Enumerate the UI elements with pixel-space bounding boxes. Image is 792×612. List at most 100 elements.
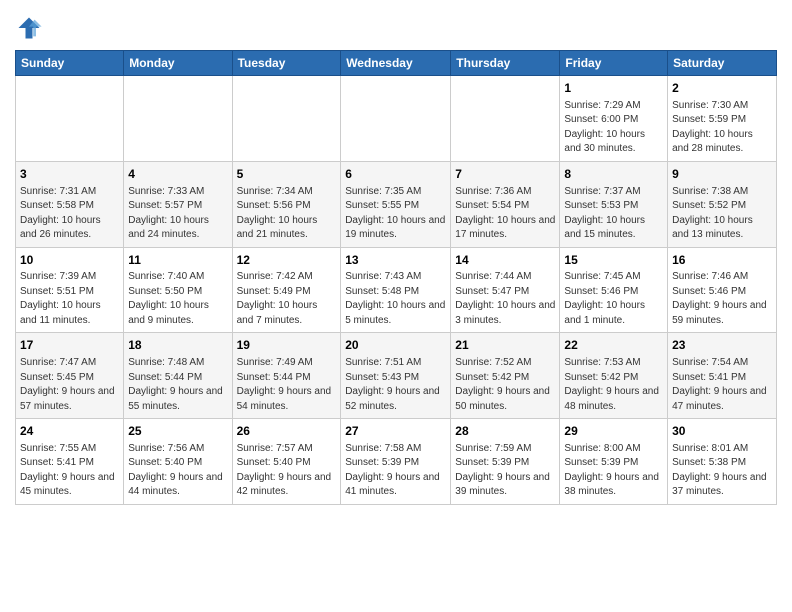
calendar-cell: 4 Sunrise: 7:33 AM Sunset: 5:57 PM Daylig…: [124, 161, 232, 247]
weekday-header-row: SundayMondayTuesdayWednesdayThursdayFrid…: [16, 51, 777, 76]
calendar-cell: [124, 76, 232, 162]
day-number: 10: [20, 252, 119, 269]
day-info: Sunrise: 7:40 AM Sunset: 5:50 PM Dayligh…: [128, 270, 227, 328]
calendar-cell: 7 Sunrise: 7:36 AM Sunset: 5:54 PM Daylig…: [451, 161, 560, 247]
day-number: 21: [455, 337, 555, 354]
page-header: [15, 10, 777, 42]
calendar-cell: 12Sunrise: 7:42 AM Sunset: 5:49 PM Dayli…: [232, 247, 341, 333]
day-info: Sunrise: 7:56 AM Sunset: 5:40 PM Dayligh…: [128, 442, 227, 500]
day-number: 13: [345, 252, 446, 269]
day-info: Sunrise: 7:37 AM Sunset: 5:53 PM Dayligh…: [564, 185, 663, 243]
day-number: 28: [455, 423, 555, 440]
calendar-cell: 27Sunrise: 7:58 AM Sunset: 5:39 PM Dayli…: [341, 419, 451, 505]
calendar-cell: 10Sunrise: 7:39 AM Sunset: 5:51 PM Dayli…: [16, 247, 124, 333]
day-info: Sunrise: 7:44 AM Sunset: 5:47 PM Dayligh…: [455, 270, 555, 328]
day-number: 15: [564, 252, 663, 269]
calendar-cell: 14Sunrise: 7:44 AM Sunset: 5:47 PM Dayli…: [451, 247, 560, 333]
day-number: 20: [345, 337, 446, 354]
calendar-cell: 29Sunrise: 8:00 AM Sunset: 5:39 PM Dayli…: [560, 419, 668, 505]
day-number: 18: [128, 337, 227, 354]
day-number: 4: [128, 166, 227, 183]
calendar-cell: 13Sunrise: 7:43 AM Sunset: 5:48 PM Dayli…: [341, 247, 451, 333]
day-info: Sunrise: 7:58 AM Sunset: 5:39 PM Dayligh…: [345, 442, 446, 500]
day-info: Sunrise: 7:51 AM Sunset: 5:43 PM Dayligh…: [345, 356, 446, 414]
day-number: 1: [564, 80, 663, 97]
day-number: 11: [128, 252, 227, 269]
day-info: Sunrise: 7:29 AM Sunset: 6:00 PM Dayligh…: [564, 99, 663, 157]
calendar-cell: 11Sunrise: 7:40 AM Sunset: 5:50 PM Dayli…: [124, 247, 232, 333]
weekday-header-tuesday: Tuesday: [232, 51, 341, 76]
day-info: Sunrise: 7:43 AM Sunset: 5:48 PM Dayligh…: [345, 270, 446, 328]
day-info: Sunrise: 7:31 AM Sunset: 5:58 PM Dayligh…: [20, 185, 119, 243]
calendar-table: SundayMondayTuesdayWednesdayThursdayFrid…: [15, 50, 777, 505]
calendar-cell: 22Sunrise: 7:53 AM Sunset: 5:42 PM Dayli…: [560, 333, 668, 419]
day-number: 29: [564, 423, 663, 440]
day-info: Sunrise: 7:33 AM Sunset: 5:57 PM Dayligh…: [128, 185, 227, 243]
day-info: Sunrise: 7:36 AM Sunset: 5:54 PM Dayligh…: [455, 185, 555, 243]
weekday-header-monday: Monday: [124, 51, 232, 76]
day-info: Sunrise: 7:57 AM Sunset: 5:40 PM Dayligh…: [237, 442, 337, 500]
calendar-cell: 1 Sunrise: 7:29 AM Sunset: 6:00 PM Daylig…: [560, 76, 668, 162]
day-info: Sunrise: 8:01 AM Sunset: 5:38 PM Dayligh…: [672, 442, 772, 500]
calendar-cell: 19 Sunrise: 7:49 AM Sunset: 5:44 PM Dayli…: [232, 333, 341, 419]
day-number: 25: [128, 423, 227, 440]
calendar-cell: 15Sunrise: 7:45 AM Sunset: 5:46 PM Dayli…: [560, 247, 668, 333]
calendar-week-4: 17 Sunrise: 7:47 AM Sunset: 5:45 PM Dayli…: [16, 333, 777, 419]
day-info: Sunrise: 7:49 AM Sunset: 5:44 PM Dayligh…: [237, 356, 337, 414]
calendar-cell: 25 Sunrise: 7:56 AM Sunset: 5:40 PM Dayli…: [124, 419, 232, 505]
day-info: Sunrise: 7:48 AM Sunset: 5:44 PM Dayligh…: [128, 356, 227, 414]
day-number: 9: [672, 166, 772, 183]
calendar-week-1: 1 Sunrise: 7:29 AM Sunset: 6:00 PM Daylig…: [16, 76, 777, 162]
calendar-cell: 30 Sunrise: 8:01 AM Sunset: 5:38 PM Dayli…: [668, 419, 777, 505]
day-number: 8: [564, 166, 663, 183]
logo-icon: [15, 14, 43, 42]
calendar-cell: 3 Sunrise: 7:31 AM Sunset: 5:58 PM Daylig…: [16, 161, 124, 247]
day-number: 26: [237, 423, 337, 440]
day-number: 24: [20, 423, 119, 440]
weekday-header-sunday: Sunday: [16, 51, 124, 76]
calendar-cell: 18 Sunrise: 7:48 AM Sunset: 5:44 PM Dayli…: [124, 333, 232, 419]
day-info: Sunrise: 7:52 AM Sunset: 5:42 PM Dayligh…: [455, 356, 555, 414]
calendar-cell: 23 Sunrise: 7:54 AM Sunset: 5:41 PM Dayli…: [668, 333, 777, 419]
calendar-cell: [341, 76, 451, 162]
calendar-week-2: 3 Sunrise: 7:31 AM Sunset: 5:58 PM Daylig…: [16, 161, 777, 247]
calendar-cell: 2 Sunrise: 7:30 AM Sunset: 5:59 PM Daylig…: [668, 76, 777, 162]
day-number: 5: [237, 166, 337, 183]
calendar-cell: 8 Sunrise: 7:37 AM Sunset: 5:53 PM Daylig…: [560, 161, 668, 247]
day-info: Sunrise: 7:42 AM Sunset: 5:49 PM Dayligh…: [237, 270, 337, 328]
weekday-header-friday: Friday: [560, 51, 668, 76]
calendar-cell: 5Sunrise: 7:34 AM Sunset: 5:56 PM Daylig…: [232, 161, 341, 247]
day-number: 16: [672, 252, 772, 269]
day-info: Sunrise: 7:47 AM Sunset: 5:45 PM Dayligh…: [20, 356, 119, 414]
calendar-cell: 28 Sunrise: 7:59 AM Sunset: 5:39 PM Dayli…: [451, 419, 560, 505]
day-info: Sunrise: 7:30 AM Sunset: 5:59 PM Dayligh…: [672, 99, 772, 157]
day-info: Sunrise: 7:54 AM Sunset: 5:41 PM Dayligh…: [672, 356, 772, 414]
calendar-cell: [451, 76, 560, 162]
calendar-cell: 20 Sunrise: 7:51 AM Sunset: 5:43 PM Dayli…: [341, 333, 451, 419]
weekday-header-thursday: Thursday: [451, 51, 560, 76]
day-number: 2: [672, 80, 772, 97]
calendar-cell: [232, 76, 341, 162]
day-info: Sunrise: 7:39 AM Sunset: 5:51 PM Dayligh…: [20, 270, 119, 328]
day-number: 30: [672, 423, 772, 440]
weekday-header-wednesday: Wednesday: [341, 51, 451, 76]
day-info: Sunrise: 7:35 AM Sunset: 5:55 PM Dayligh…: [345, 185, 446, 243]
logo: [15, 10, 47, 42]
day-info: Sunrise: 7:53 AM Sunset: 5:42 PM Dayligh…: [564, 356, 663, 414]
day-number: 17: [20, 337, 119, 354]
day-number: 7: [455, 166, 555, 183]
day-number: 12: [237, 252, 337, 269]
day-number: 23: [672, 337, 772, 354]
calendar-cell: 16Sunrise: 7:46 AM Sunset: 5:46 PM Dayli…: [668, 247, 777, 333]
day-info: Sunrise: 7:38 AM Sunset: 5:52 PM Dayligh…: [672, 185, 772, 243]
day-info: Sunrise: 7:59 AM Sunset: 5:39 PM Dayligh…: [455, 442, 555, 500]
calendar-cell: 6Sunrise: 7:35 AM Sunset: 5:55 PM Daylig…: [341, 161, 451, 247]
calendar-cell: [16, 76, 124, 162]
calendar-cell: 24Sunrise: 7:55 AM Sunset: 5:41 PM Dayli…: [16, 419, 124, 505]
day-info: Sunrise: 7:46 AM Sunset: 5:46 PM Dayligh…: [672, 270, 772, 328]
day-number: 3: [20, 166, 119, 183]
calendar-cell: 9 Sunrise: 7:38 AM Sunset: 5:52 PM Daylig…: [668, 161, 777, 247]
day-number: 14: [455, 252, 555, 269]
day-number: 19: [237, 337, 337, 354]
day-info: Sunrise: 7:45 AM Sunset: 5:46 PM Dayligh…: [564, 270, 663, 328]
